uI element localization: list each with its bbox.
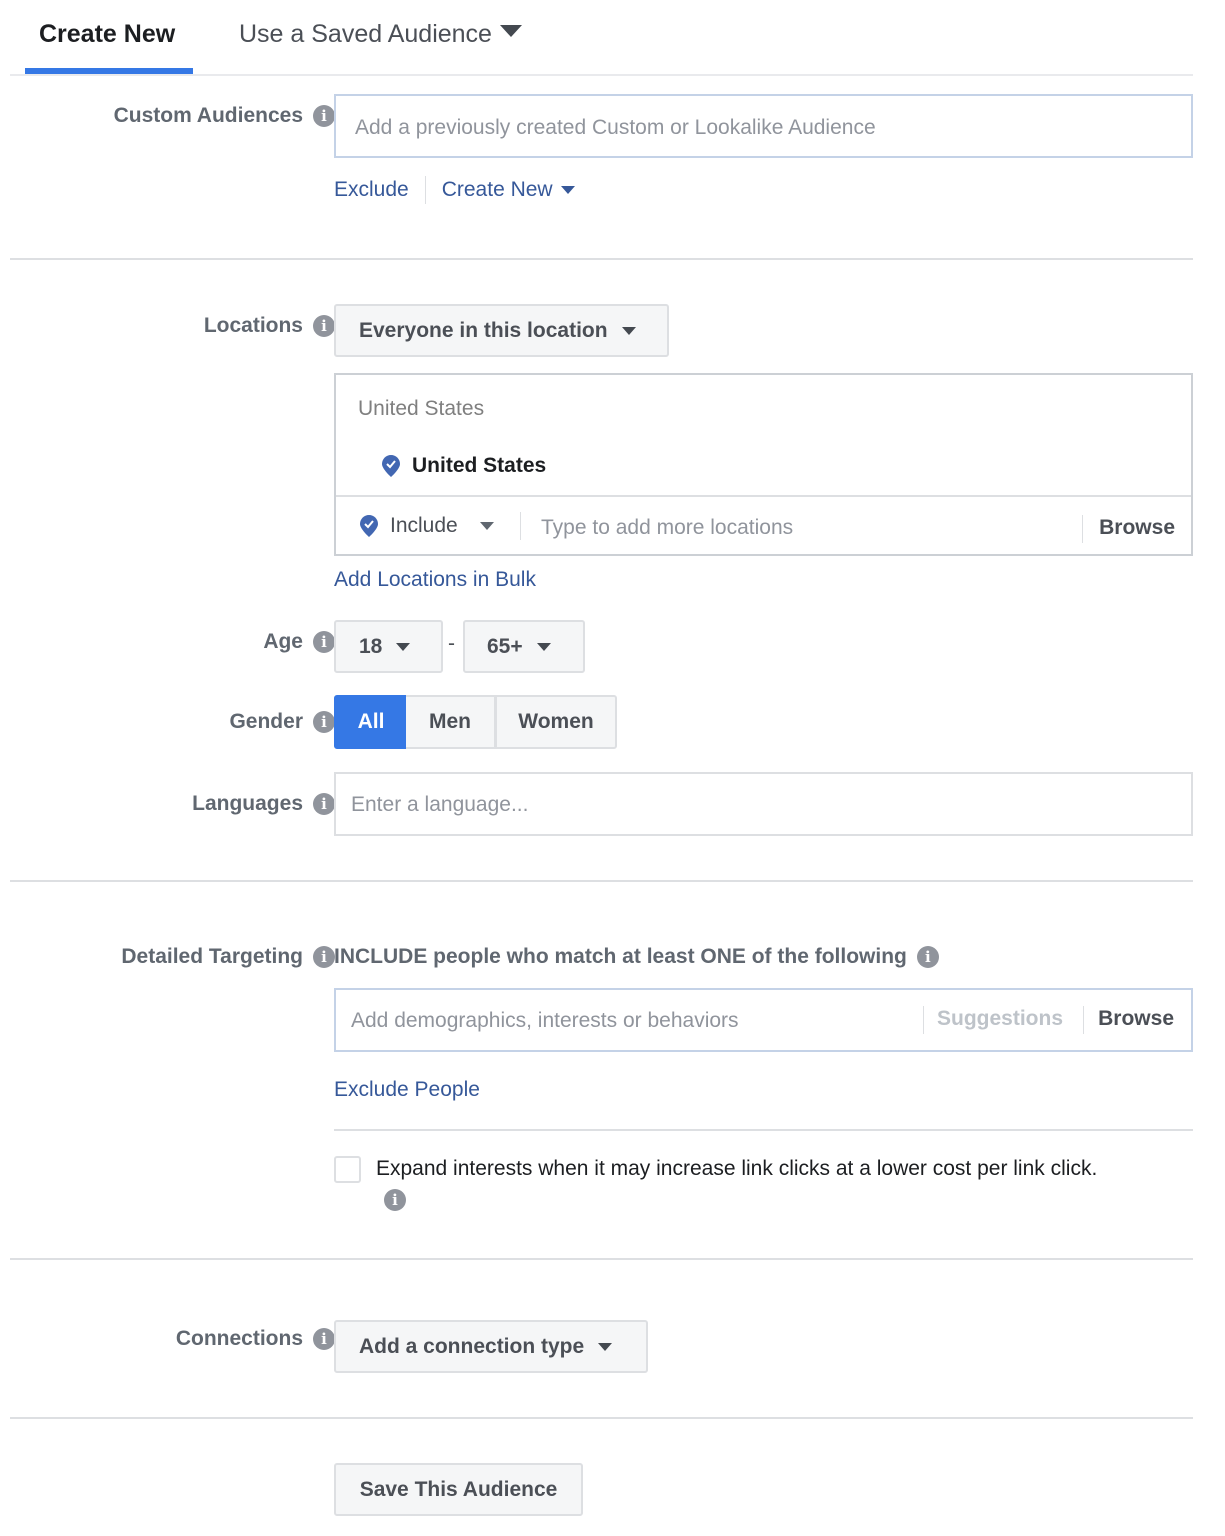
exclude-link[interactable]: Exclude (334, 178, 409, 202)
location-box-divider (336, 495, 1191, 497)
detailed-targeting-label: Detailed Targeting i (121, 945, 335, 969)
custom-audiences-label: Custom Audiences i (114, 104, 335, 128)
suggestions-button[interactable]: Suggestions (937, 1007, 1063, 1031)
section-divider (10, 880, 1193, 882)
info-icon[interactable]: i (313, 946, 335, 968)
include-dropdown[interactable]: Include (360, 514, 494, 538)
caret-down-icon (560, 186, 575, 195)
detailed-targeting-input[interactable]: Add demographics, interests or behaviors… (334, 988, 1193, 1052)
age-min-value: 18 (359, 634, 383, 658)
tab-use-saved-label: Use a Saved Audience (239, 20, 492, 48)
gender-option-all[interactable]: All (334, 695, 408, 749)
age-separator: - (448, 632, 455, 655)
caret-down-icon (499, 25, 522, 38)
info-icon[interactable]: i (313, 631, 335, 653)
location-pin-check-icon (382, 455, 400, 477)
save-audience-button[interactable]: Save This Audience (334, 1463, 583, 1516)
info-icon[interactable]: i (313, 711, 335, 733)
location-box: United States United States Include Type… (334, 373, 1193, 556)
info-icon[interactable]: i (384, 1189, 406, 1211)
connections-label: Connections i (176, 1327, 335, 1351)
info-icon[interactable]: i (313, 315, 335, 337)
selected-location-name: United States (412, 454, 547, 477)
language-placeholder: Enter a language... (351, 793, 529, 816)
connection-type-value: Add a connection type (359, 1334, 585, 1358)
separator (520, 512, 521, 540)
gender-label-text: Gender (229, 710, 303, 733)
create-new-link-text: Create New (441, 178, 553, 201)
info-icon[interactable]: i (313, 105, 335, 127)
detailed-targeting-heading-text: INCLUDE people who match at least ONE of… (334, 945, 907, 968)
location-group-title: United States (358, 397, 485, 420)
age-label-text: Age (263, 630, 303, 653)
connection-type-dropdown[interactable]: Add a connection type (334, 1320, 648, 1373)
age-max-dropdown[interactable]: 65+ (463, 620, 585, 673)
age-label: Age i (263, 630, 335, 654)
location-type-value: Everyone in this location (359, 318, 608, 342)
caret-down-icon (396, 642, 411, 651)
caret-down-icon (536, 642, 551, 651)
info-icon[interactable]: i (916, 946, 939, 968)
add-locations-bulk-link[interactable]: Add Locations in Bulk (334, 568, 536, 592)
custom-audience-input[interactable]: Add a previously created Custom or Looka… (334, 94, 1193, 158)
expand-interests-label: Expand interests when it may increase li… (376, 1157, 1098, 1180)
connections-label-text: Connections (175, 1327, 303, 1350)
selected-location[interactable]: United States (382, 454, 546, 478)
separator (923, 1006, 924, 1034)
browse-locations-button[interactable]: Browse (1099, 516, 1175, 540)
active-tab-indicator (25, 68, 193, 74)
section-divider (10, 1417, 1193, 1419)
create-new-link[interactable]: Create New (442, 178, 575, 202)
caret-down-icon (621, 326, 636, 335)
detailed-targeting-heading: INCLUDE people who match at least ONE of… (334, 945, 939, 969)
custom-audience-placeholder: Add a previously created Custom or Looka… (355, 116, 876, 139)
separator (424, 176, 426, 204)
detailed-targeting-label-text: Detailed Targeting (121, 945, 303, 968)
locations-label: Locations i (204, 314, 335, 338)
section-divider (10, 258, 1193, 260)
age-min-dropdown[interactable]: 18 (334, 620, 443, 673)
caret-down-icon (598, 1342, 613, 1351)
languages-label: Languages i (192, 792, 335, 816)
info-icon[interactable]: i (313, 793, 335, 815)
age-max-value: 65+ (487, 634, 523, 658)
detailed-targeting-placeholder: Add demographics, interests or behaviors (351, 1009, 739, 1032)
caret-down-icon (479, 522, 494, 530)
custom-audience-actions: Exclude Create New (334, 176, 575, 204)
language-input[interactable]: Enter a language... (334, 772, 1193, 836)
separator (1082, 515, 1083, 543)
exclude-people-link[interactable]: Exclude People (334, 1078, 480, 1102)
separator (1083, 1006, 1084, 1034)
targeting-divider (334, 1129, 1193, 1131)
info-icon[interactable]: i (313, 1328, 335, 1350)
locations-label-text: Locations (203, 314, 303, 337)
tab-use-saved-audience[interactable]: Use a Saved Audience (239, 20, 522, 49)
languages-label-text: Languages (192, 792, 303, 815)
section-divider (10, 1258, 1193, 1260)
expand-interests-checkbox[interactable] (334, 1156, 361, 1183)
audience-tabs: Create New Use a Saved Audience (10, 0, 1193, 76)
include-value: Include (390, 514, 458, 537)
gender-label: Gender i (229, 710, 335, 734)
add-locations-input[interactable]: Type to add more locations (541, 516, 793, 540)
custom-audiences-label-text: Custom Audiences (113, 104, 303, 127)
location-pin-check-icon (360, 515, 378, 537)
browse-targeting-button[interactable]: Browse (1098, 1007, 1174, 1031)
tab-create-new[interactable]: Create New (39, 20, 175, 49)
gender-option-men[interactable]: Men (406, 695, 496, 749)
location-type-dropdown[interactable]: Everyone in this location (334, 304, 669, 357)
gender-option-women[interactable]: Women (495, 695, 617, 749)
